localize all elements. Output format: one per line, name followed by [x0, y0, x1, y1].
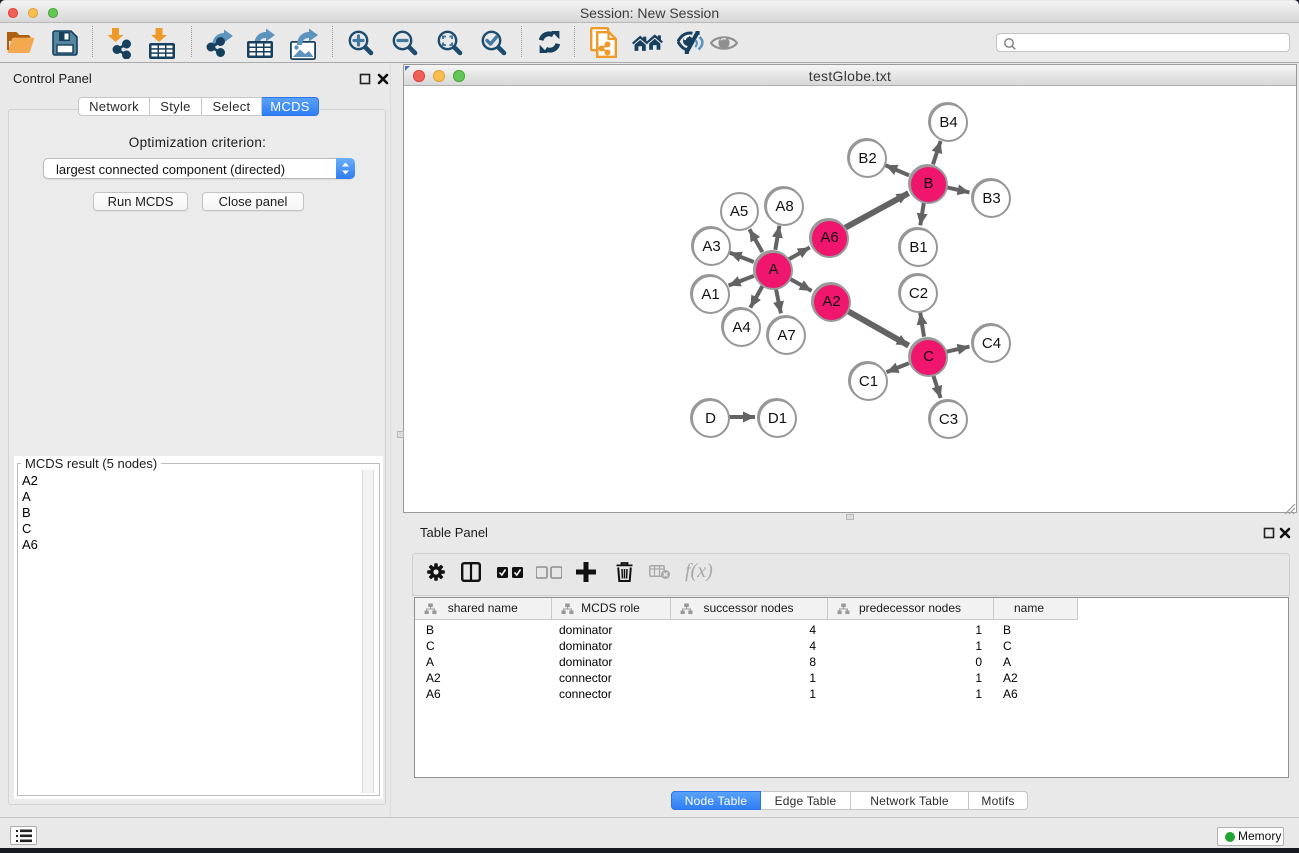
svg-text:f(x): f(x)	[685, 561, 713, 582]
